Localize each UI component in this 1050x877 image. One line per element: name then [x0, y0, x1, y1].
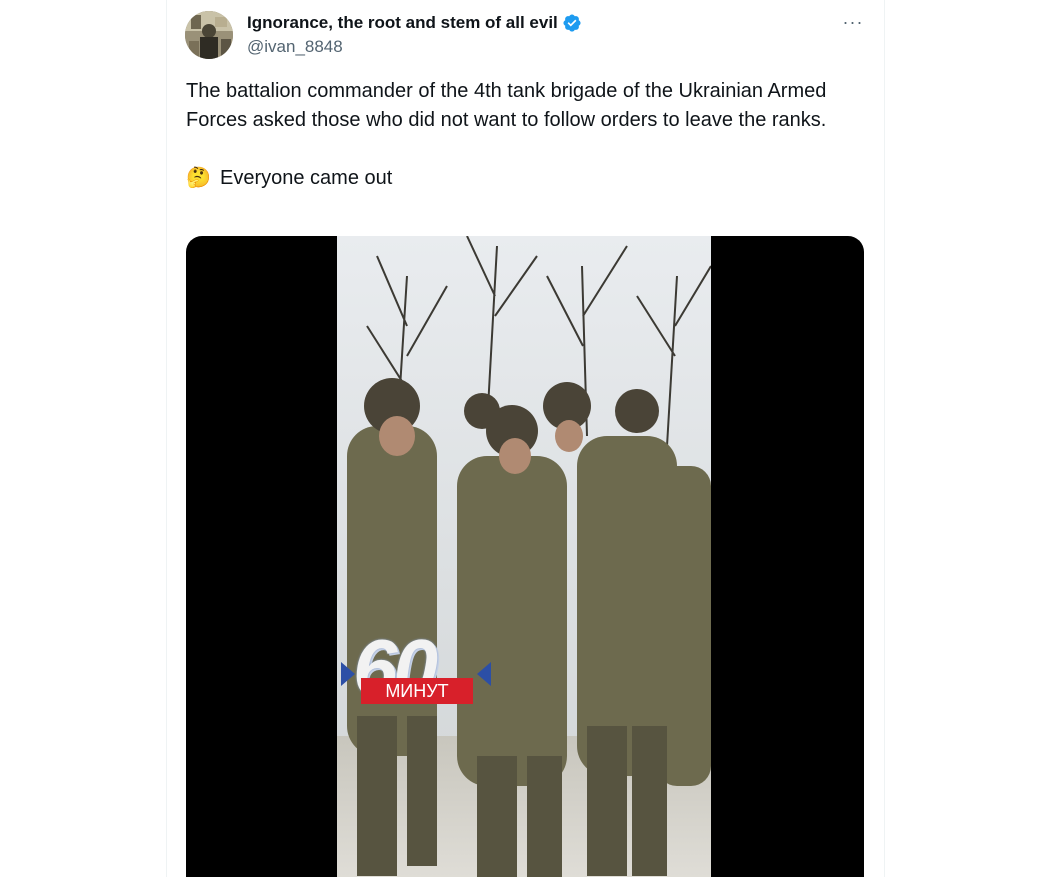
video-player[interactable]: 60 МИНУТ	[186, 236, 864, 877]
tweet-text-paragraph: The battalion commander of the 4th tank …	[186, 80, 827, 131]
avatar[interactable]	[185, 11, 233, 59]
video-frame[interactable]: 60 МИНУТ	[337, 236, 711, 877]
verified-badge-icon	[562, 13, 582, 33]
author-display-name[interactable]: Ignorance, the root and stem of all evil	[247, 13, 558, 33]
author-info: Ignorance, the root and stem of all evil…	[247, 11, 582, 57]
tweet-text-line-2: Everyone came out	[220, 167, 393, 189]
timeline-border-right	[884, 0, 885, 877]
more-horizontal-icon[interactable]: ···	[840, 12, 866, 32]
tweet-text: The battalion commander of the 4th tank …	[186, 77, 876, 193]
tweet-page: Ignorance, the root and stem of all evil…	[0, 0, 1050, 877]
author-handle[interactable]: @ivan_8848	[247, 37, 582, 57]
channel-logo: 60 МИНУТ	[341, 626, 491, 722]
thinking-face-emoji: 🤔	[186, 167, 211, 189]
tweet-text-paragraph-2: 🤔 Everyone came out	[186, 164, 876, 193]
logo-label: МИНУТ	[361, 678, 473, 704]
tweet[interactable]: Ignorance, the root and stem of all evil…	[167, 0, 884, 877]
